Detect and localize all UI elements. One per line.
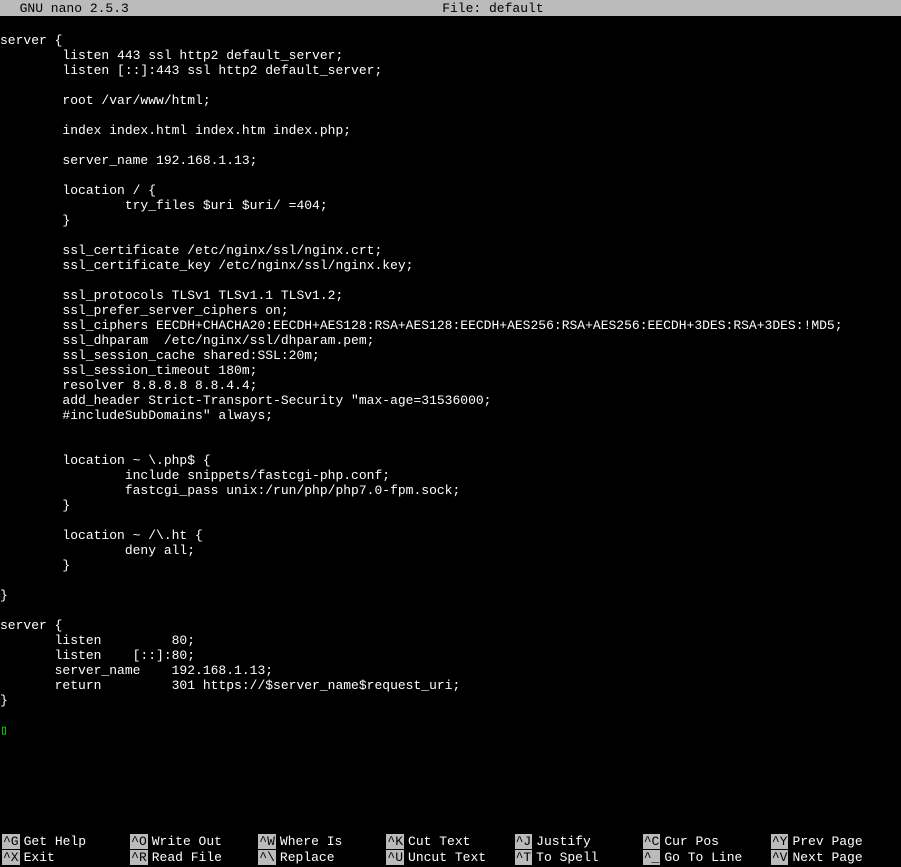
menu-item-where-is[interactable]: ^W Where Is: [258, 833, 386, 849]
editor-line[interactable]: [0, 573, 901, 588]
menu-label: Replace: [280, 850, 335, 865]
menu-item-go-to-line[interactable]: ^_Go To Line: [643, 849, 771, 865]
menu-label: Next Page: [792, 850, 862, 865]
menu-item-to-spell[interactable]: ^TTo Spell: [515, 849, 643, 865]
menu-label: Cut Text: [408, 834, 470, 849]
menu-item-cur-pos[interactable]: ^CCur Pos: [643, 833, 771, 849]
menu-label: Cur Pos: [664, 834, 719, 849]
editor-area[interactable]: server { listen 443 ssl http2 default_se…: [0, 16, 901, 738]
app-title: GNU nano 2.5.3: [4, 1, 129, 16]
menu-item-replace[interactable]: ^\ Replace: [258, 849, 386, 865]
editor-line[interactable]: ssl_dhparam /etc/nginx/ssl/dhparam.pem;: [0, 333, 901, 348]
menu-item-write-out[interactable]: ^O Write Out: [130, 833, 258, 849]
menu-key: ^\: [258, 850, 276, 865]
editor-line[interactable]: [0, 273, 901, 288]
editor-line[interactable]: deny all;: [0, 543, 901, 558]
menu-label: Exit: [24, 850, 55, 865]
editor-line[interactable]: ssl_session_cache shared:SSL:20m;: [0, 348, 901, 363]
editor-line[interactable]: }: [0, 213, 901, 228]
editor-line[interactable]: server_name 192.168.1.13;: [0, 153, 901, 168]
editor-line[interactable]: location ~ /\.ht {: [0, 528, 901, 543]
menu-bar: ^G Get Help ^O Write Out ^W Where Is ^K Cut Tex…: [0, 833, 901, 867]
editor-line[interactable]: server {: [0, 618, 901, 633]
menu-label: Justify: [536, 834, 591, 849]
editor-line[interactable]: add_header Strict-Transport-Security "ma…: [0, 393, 901, 408]
editor-line[interactable]: return 301 https://$server_name$request_…: [0, 678, 901, 693]
menu-item-read-file[interactable]: ^R Read File: [130, 849, 258, 865]
editor-line[interactable]: #includeSubDomains" always;: [0, 408, 901, 423]
editor-line[interactable]: ssl_protocols TLSv1 TLSv1.1 TLSv1.2;: [0, 288, 901, 303]
menu-key: ^K: [386, 834, 404, 849]
menu-item-justify[interactable]: ^JJustify: [515, 833, 643, 849]
menu-item-get-help[interactable]: ^G Get Help: [2, 833, 130, 849]
editor-line[interactable]: fastcgi_pass unix:/run/php/php7.0-fpm.so…: [0, 483, 901, 498]
editor-line[interactable]: [0, 138, 901, 153]
editor-line[interactable]: resolver 8.8.8.8 8.8.4.4;: [0, 378, 901, 393]
menu-item-next-page[interactable]: ^VNext Page: [771, 849, 899, 865]
file-title: File: default: [129, 1, 857, 16]
editor-line[interactable]: listen [::]:443 ssl http2 default_server…: [0, 63, 901, 78]
editor-line[interactable]: server_name 192.168.1.13;: [0, 663, 901, 678]
menu-label: Uncut Text: [408, 850, 486, 865]
menu-key: ^W: [258, 834, 276, 849]
editor-line[interactable]: listen [::]:80;: [0, 648, 901, 663]
menu-item-cut-text[interactable]: ^K Cut Text: [386, 833, 514, 849]
editor-line[interactable]: [0, 18, 901, 33]
editor-line[interactable]: [0, 228, 901, 243]
editor-line[interactable]: [0, 603, 901, 618]
menu-label: Where Is: [280, 834, 342, 849]
menu-key: ^T: [515, 850, 533, 865]
editor-line[interactable]: }: [0, 588, 901, 603]
editor-line[interactable]: ssl_prefer_server_ciphers on;: [0, 303, 901, 318]
menu-key: ^R: [130, 850, 148, 865]
editor-line[interactable]: [0, 438, 901, 453]
menu-label: Prev Page: [792, 834, 862, 849]
editor-line[interactable]: ssl_certificate_key /etc/nginx/ssl/nginx…: [0, 258, 901, 273]
menu-key: ^U: [386, 850, 404, 865]
editor-line[interactable]: [0, 423, 901, 438]
menu-label: To Spell: [536, 850, 598, 865]
menu-key: ^Y: [771, 834, 789, 849]
menu-item-exit[interactable]: ^X Exit: [2, 849, 130, 865]
editor-line[interactable]: }: [0, 558, 901, 573]
editor-line[interactable]: [0, 108, 901, 123]
editor-line[interactable]: ssl_session_timeout 180m;: [0, 363, 901, 378]
menu-key: ^G: [2, 834, 20, 849]
editor-line[interactable]: [0, 78, 901, 93]
menu-key: ^X: [2, 850, 20, 865]
editor-line[interactable]: [0, 513, 901, 528]
menu-item-prev-page[interactable]: ^YPrev Page: [771, 833, 899, 849]
editor-line[interactable]: ssl_certificate /etc/nginx/ssl/nginx.crt…: [0, 243, 901, 258]
menu-item-uncut-text[interactable]: ^U Uncut Text: [386, 849, 514, 865]
editor-line[interactable]: index index.html index.htm index.php;: [0, 123, 901, 138]
menu-key: ^_: [643, 850, 661, 865]
cursor-line[interactable]: ▯: [0, 723, 901, 738]
editor-line[interactable]: [0, 708, 901, 723]
editor-line[interactable]: server {: [0, 33, 901, 48]
editor-line[interactable]: location ~ \.php$ {: [0, 453, 901, 468]
editor-line[interactable]: [0, 168, 901, 183]
menu-label: Write Out: [152, 834, 222, 849]
editor-line[interactable]: location / {: [0, 183, 901, 198]
cursor-icon: ▯: [0, 723, 8, 738]
menu-key: ^C: [643, 834, 661, 849]
editor-line[interactable]: listen 443 ssl http2 default_server;: [0, 48, 901, 63]
editor-line[interactable]: try_files $uri $uri/ =404;: [0, 198, 901, 213]
menu-label: Go To Line: [664, 850, 742, 865]
editor-line[interactable]: listen 80;: [0, 633, 901, 648]
menu-key: ^J: [515, 834, 533, 849]
menu-label: Get Help: [24, 834, 86, 849]
menu-key: ^O: [130, 834, 148, 849]
title-bar: GNU nano 2.5.3 File: default: [0, 0, 901, 16]
editor-line[interactable]: root /var/www/html;: [0, 93, 901, 108]
menu-key: ^V: [771, 850, 789, 865]
editor-line[interactable]: include snippets/fastcgi-php.conf;: [0, 468, 901, 483]
editor-line[interactable]: }: [0, 693, 901, 708]
editor-line[interactable]: }: [0, 498, 901, 513]
editor-line[interactable]: ssl_ciphers EECDH+CHACHA20:EECDH+AES128:…: [0, 318, 901, 333]
menu-label: Read File: [152, 850, 222, 865]
